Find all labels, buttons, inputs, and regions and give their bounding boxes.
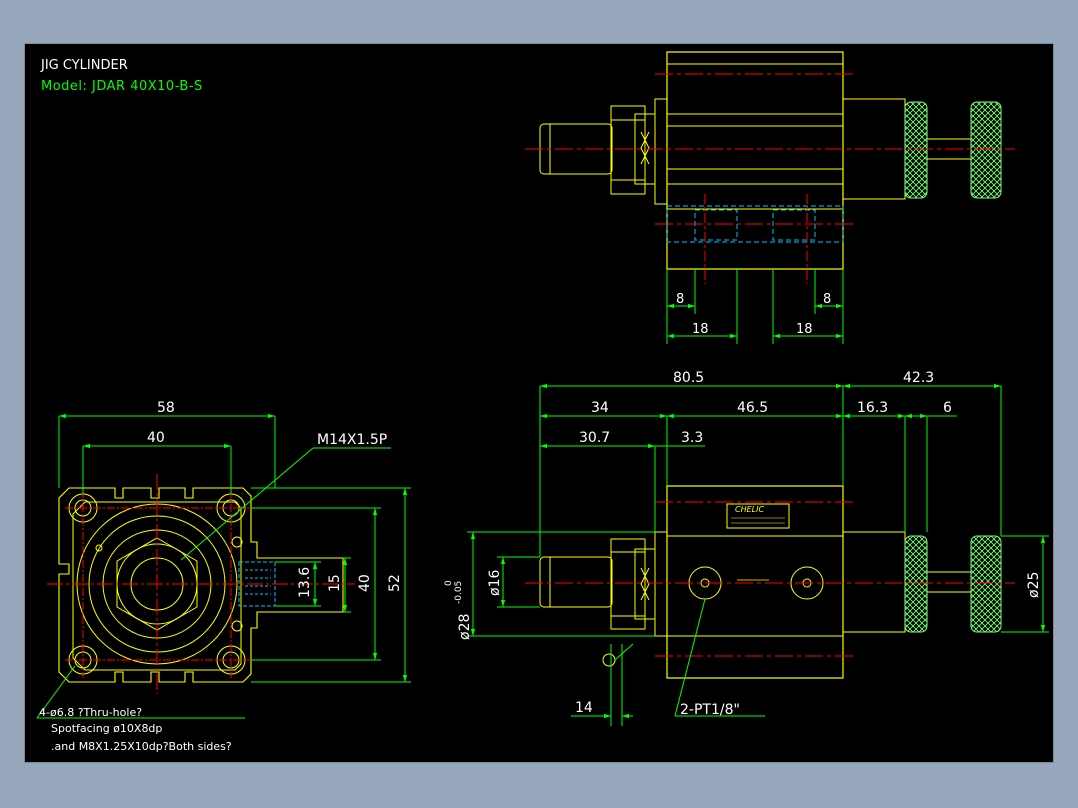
note-hole: 4-ø6.8 ?Thru-hole? (39, 706, 142, 719)
dim-front-part: 34 (591, 400, 609, 416)
dim-body-length: 46.5 (737, 400, 768, 416)
dim-tol-upper: 0 (444, 580, 454, 586)
thread-label: M14X1.5P (317, 432, 387, 448)
port-label: 2-PT1/8" (680, 702, 740, 718)
note-thread: .and M8X1.25X10dp?Both sides? (51, 740, 232, 753)
dim-inner: 13.6 (297, 567, 313, 598)
note-spotface: Spotfacing ø10X8dp (51, 722, 162, 735)
dim-bore-dia: ø28 (457, 614, 473, 640)
dim-tol-lower: -0.05 (454, 581, 464, 604)
dim-pitch-y: 40 (357, 574, 373, 592)
dim-inner2: 15 (327, 574, 343, 592)
dim-top-right-outer: 18 (796, 322, 813, 337)
dim-rod-to-knob: 16.3 (857, 400, 888, 416)
dim-knob-dia: ø25 (1026, 572, 1042, 598)
top-view: 8 8 18 18 (525, 51, 1015, 344)
side-view: CHELIC 80.5 42.3 34 46.5 16.3 6 30.7 3.3… (444, 370, 1049, 726)
dim-top-left-outer: 18 (692, 322, 709, 337)
dim-height: 52 (387, 574, 403, 592)
dim-width: 58 (157, 400, 175, 416)
dim-top-right-inner: 8 (823, 292, 831, 307)
brand-label: CHELIC (735, 505, 764, 514)
dim-rod-dia: ø16 (487, 570, 503, 596)
model-label: Model: JDAR 40X10-B-S (41, 79, 203, 94)
drawing-canvas: JIG CYLINDER Model: JDAR 40X10-B-S 8 8 1… (25, 44, 1053, 762)
dim-top-left-inner: 8 (676, 292, 684, 307)
drawing-title: JIG CYLINDER (40, 58, 128, 73)
dim-rod-length: 30.7 (579, 430, 610, 446)
cad-drawing: JIG CYLINDER Model: JDAR 40X10-B-S 8 8 1… (36, 51, 1049, 753)
dim-flange: 3.3 (681, 430, 703, 446)
dim-knob-gap: 6 (943, 400, 952, 416)
front-view: 58 40 13.6 15 40 52 M14X1.5P 4-ø6.8 ?Thr… (36, 400, 411, 753)
dim-overall: 80.5 (673, 370, 704, 386)
dim-rod-extension: 42.3 (903, 370, 934, 386)
dim-hole-pitch-x: 40 (147, 430, 165, 446)
dim-nut-offset: 14 (575, 700, 593, 716)
